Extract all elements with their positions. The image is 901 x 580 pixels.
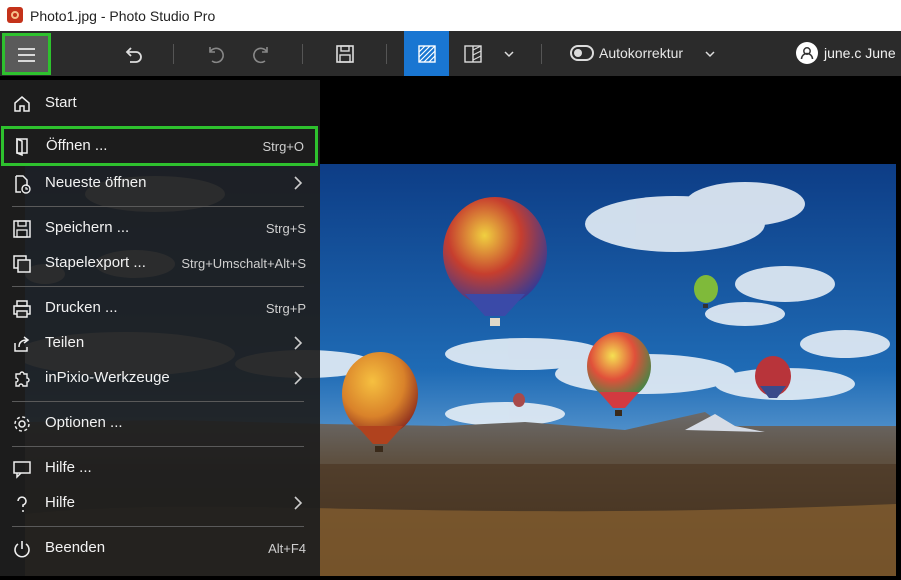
menu-icon-line: [18, 54, 35, 56]
app-menu: Start Öffnen ... Strg+O Neueste öffnen S…: [0, 80, 320, 576]
compare-icon: [464, 44, 482, 63]
menu-item-label: Optionen ...: [45, 414, 123, 431]
print-icon: [13, 300, 31, 318]
menu-divider: [12, 446, 304, 447]
user-icon[interactable]: [796, 42, 818, 64]
menu-item-label: Hilfe ...: [45, 459, 92, 476]
chevron-right-icon: [294, 496, 303, 510]
menu-item-label: Hilfe: [45, 494, 76, 511]
toolbar: Autokorrektur june.c June: [0, 31, 901, 76]
puzzle-icon: [15, 371, 30, 387]
menu-item-recent[interactable]: Neueste öffnen: [0, 166, 320, 200]
autocorrect-toggle[interactable]: [570, 45, 594, 61]
menu-button[interactable]: [2, 33, 51, 75]
compare-dropdown-button[interactable]: [498, 31, 520, 76]
menu-divider: [12, 401, 304, 402]
chevron-down-icon: [705, 50, 715, 57]
compare-button[interactable]: [458, 31, 488, 76]
menu-item-shortcut: Strg+S: [265, 221, 306, 236]
title-bar: Photo1.jpg - Photo Studio Pro: [0, 0, 901, 31]
menu-item-shortcut: Strg+P: [265, 301, 306, 316]
view-single-icon: [417, 44, 436, 63]
menu-item-inpixio-tools[interactable]: inPixio-Werkzeuge: [0, 361, 320, 395]
home-icon: [14, 96, 30, 112]
toolbar-divider: [541, 44, 542, 64]
chevron-down-icon: [504, 50, 514, 57]
power-icon: [14, 541, 30, 558]
menu-item-share[interactable]: Teilen: [0, 326, 320, 360]
undo-icon: [125, 46, 142, 63]
menu-item-shortcut: Strg+O: [262, 139, 304, 154]
undo-step-icon: [209, 46, 224, 63]
menu-item-shortcut: Alt+F4: [268, 541, 306, 556]
menu-item-label: Teilen: [45, 334, 85, 351]
redo-icon: [253, 46, 268, 63]
menu-divider: [12, 286, 304, 287]
window-title: Photo1.jpg - Photo Studio Pro: [30, 8, 216, 24]
undo-button[interactable]: [118, 31, 148, 76]
redo-button[interactable]: [247, 31, 277, 76]
menu-divider: [12, 526, 304, 527]
menu-item-label: Drucken ...: [45, 299, 118, 316]
autocorrect-label: Autokorrektur: [599, 45, 684, 61]
menu-item-help[interactable]: Hilfe: [0, 486, 320, 520]
menu-item-label: Speichern ...: [45, 219, 130, 236]
menu-item-label: Start: [45, 94, 77, 111]
user-name[interactable]: june.c June: [824, 45, 896, 61]
menu-item-label: Stapelexport ...: [45, 254, 146, 271]
chevron-right-icon: [294, 176, 303, 190]
save-icon: [336, 44, 354, 63]
menu-item-print[interactable]: Drucken ... Strg+P: [0, 291, 320, 325]
menu-icon-line: [18, 60, 35, 62]
chevron-right-icon: [294, 336, 303, 350]
view-single-button[interactable]: [404, 31, 449, 76]
menu-item-label: inPixio-Werkzeuge: [45, 369, 170, 386]
menu-item-label: Beenden: [45, 539, 106, 556]
menu-item-shortcut: Strg+Umschalt+Alt+S: [181, 256, 306, 271]
toolbar-divider: [302, 44, 303, 64]
chat-help-icon: [13, 461, 31, 479]
menu-item-label: Öffnen ...: [46, 137, 108, 154]
menu-item-exit[interactable]: Beenden Alt+F4: [0, 531, 320, 565]
gear-icon: [14, 416, 30, 432]
menu-item-open[interactable]: Öffnen ... Strg+O: [1, 126, 318, 166]
toolbar-divider: [173, 44, 174, 64]
save-button[interactable]: [330, 31, 360, 76]
menu-item-label: Neueste öffnen: [45, 174, 147, 191]
menu-icon: [18, 48, 35, 50]
toolbar-divider: [386, 44, 387, 64]
batch-export-icon: [13, 255, 31, 273]
chevron-right-icon: [294, 371, 303, 385]
menu-divider: [12, 206, 304, 207]
open-icon: [16, 137, 28, 156]
app-logo-icon: [7, 7, 23, 23]
save-icon: [13, 220, 31, 238]
menu-item-help-dialog[interactable]: Hilfe ...: [0, 451, 320, 485]
autocorrect-dropdown-button[interactable]: [700, 31, 720, 76]
recent-files-icon: [15, 175, 31, 194]
undo-step-button[interactable]: [200, 31, 230, 76]
menu-item-start[interactable]: Start: [0, 86, 320, 120]
menu-item-save[interactable]: Speichern ... Strg+S: [0, 211, 320, 245]
menu-item-options[interactable]: Optionen ...: [0, 406, 320, 440]
share-icon: [14, 336, 30, 352]
menu-item-batch-export[interactable]: Stapelexport ... Strg+Umschalt+Alt+S: [0, 246, 320, 280]
question-icon: [17, 496, 27, 512]
